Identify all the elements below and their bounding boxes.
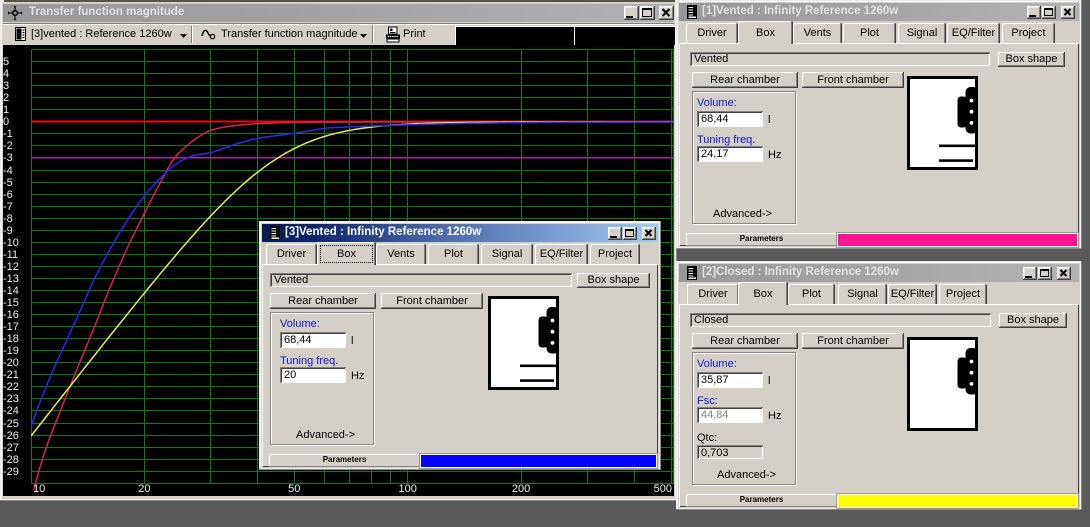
svg-text:-12: -12: [3, 261, 19, 273]
svg-text:-28: -28: [3, 454, 19, 466]
svg-text:50: 50: [288, 483, 300, 495]
svg-text:-8: -8: [3, 213, 13, 225]
svg-text:-27: -27: [3, 442, 19, 454]
svg-text:5: 5: [3, 56, 9, 68]
svg-text:200: 200: [512, 483, 530, 495]
svg-text:-17: -17: [3, 321, 19, 333]
svg-text:-15: -15: [3, 297, 19, 309]
svg-text:-22: -22: [3, 381, 19, 393]
svg-text:-21: -21: [3, 369, 19, 381]
svg-text:-14: -14: [3, 285, 19, 297]
svg-text:1: 1: [3, 104, 9, 116]
svg-text:-18: -18: [3, 333, 19, 345]
svg-text:-2: -2: [3, 140, 13, 152]
svg-text:-4: -4: [3, 165, 13, 177]
svg-text:-10: -10: [3, 237, 19, 249]
svg-text:-11: -11: [3, 249, 18, 261]
svg-text:-29: -29: [3, 466, 19, 478]
svg-text:-3: -3: [3, 152, 13, 164]
svg-text:-16: -16: [3, 309, 19, 321]
svg-text:20: 20: [138, 483, 150, 495]
svg-text:-9: -9: [3, 225, 13, 237]
svg-text:-24: -24: [3, 405, 19, 417]
svg-text:-5: -5: [3, 177, 13, 189]
svg-text:500: 500: [654, 483, 672, 495]
svg-text:2: 2: [3, 92, 9, 104]
svg-text:-19: -19: [3, 345, 19, 357]
svg-text:-23: -23: [3, 393, 19, 405]
svg-text:0: 0: [3, 116, 9, 128]
svg-text:-7: -7: [3, 201, 13, 213]
svg-text:-1: -1: [3, 128, 13, 140]
svg-text:-13: -13: [3, 273, 19, 285]
svg-text:4: 4: [3, 68, 9, 80]
svg-text:-26: -26: [3, 430, 19, 442]
svg-text:-25: -25: [3, 418, 19, 430]
svg-text:3: 3: [3, 80, 9, 92]
svg-text:-6: -6: [3, 189, 13, 201]
svg-text:-20: -20: [3, 357, 19, 369]
svg-text:10: 10: [33, 483, 45, 495]
svg-text:100: 100: [399, 483, 417, 495]
